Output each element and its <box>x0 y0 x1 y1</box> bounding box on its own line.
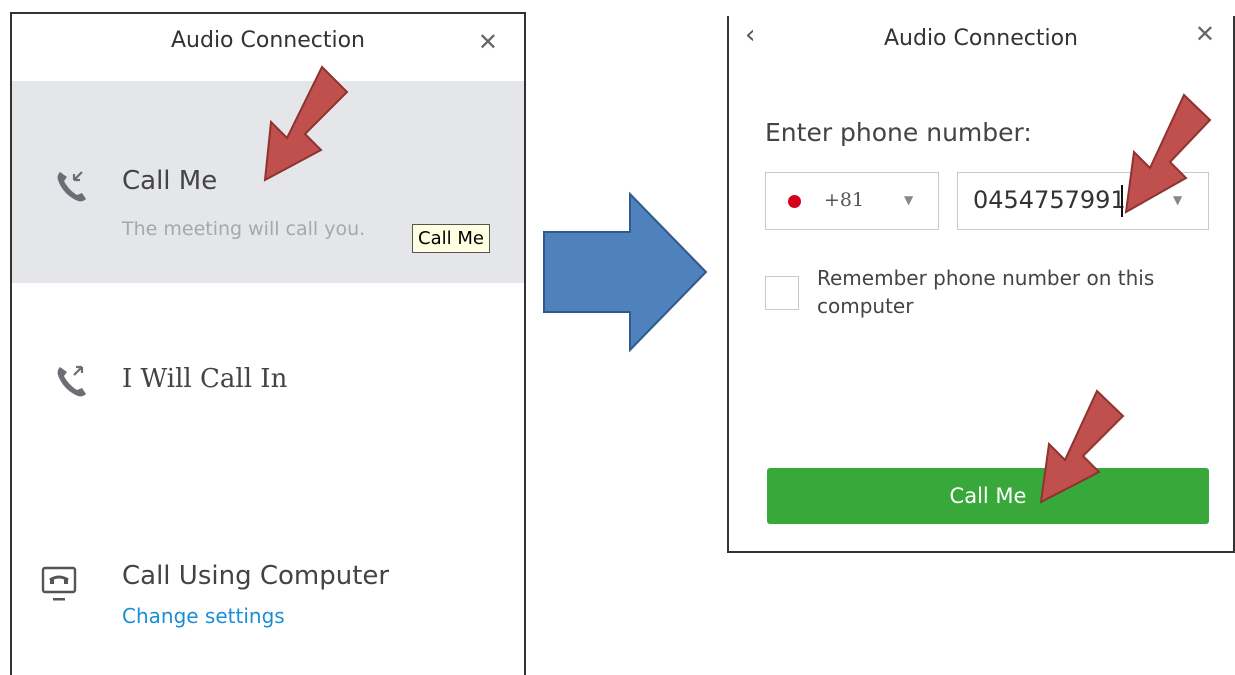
chevron-down-icon: ▼ <box>904 193 914 207</box>
annotation-arrow <box>263 65 349 182</box>
remember-label: Remember phone number on this computer <box>817 266 1155 318</box>
close-icon[interactable]: ✕ <box>1195 22 1215 46</box>
tooltip: Call Me <box>412 224 490 253</box>
flow-arrow <box>543 191 708 353</box>
dialog-title: Audio Connection <box>170 28 365 53</box>
dialog-title: Audio Connection <box>883 26 1078 51</box>
close-icon[interactable]: ✕ <box>478 30 498 54</box>
phone-incoming-icon <box>52 166 92 210</box>
option-call-in[interactable]: I Will Call In <box>12 314 524 464</box>
option-label: Call Using Computer <box>122 561 390 591</box>
remember-checkbox[interactable] <box>765 276 799 310</box>
option-label: Call Me <box>122 166 218 196</box>
country-code-select[interactable]: +81 ▼ <box>765 172 939 230</box>
annotation-arrow <box>1039 389 1125 504</box>
call-me-button[interactable]: Call Me <box>767 468 1209 524</box>
country-code: +81 <box>824 189 865 211</box>
option-subtitle: The meeting will call you. <box>122 218 366 240</box>
audio-connection-dialog-left: Audio Connection ✕ Call Me The meeting w… <box>10 12 526 675</box>
audio-connection-dialog-right: ‹ Audio Connection ✕ Enter phone number:… <box>727 16 1235 553</box>
japan-flag-icon <box>788 195 801 208</box>
change-settings-link[interactable]: Change settings <box>122 604 285 628</box>
computer-audio-icon <box>40 564 80 616</box>
phone-number-label: Enter phone number: <box>765 118 1032 147</box>
phone-outgoing-icon <box>52 359 92 407</box>
option-call-using-computer[interactable]: Call Using Computer Change settings <box>12 514 524 664</box>
option-label: I Will Call In <box>122 364 288 394</box>
annotation-arrow <box>1124 93 1212 214</box>
phone-number-value: 0454757991 <box>973 186 1126 214</box>
